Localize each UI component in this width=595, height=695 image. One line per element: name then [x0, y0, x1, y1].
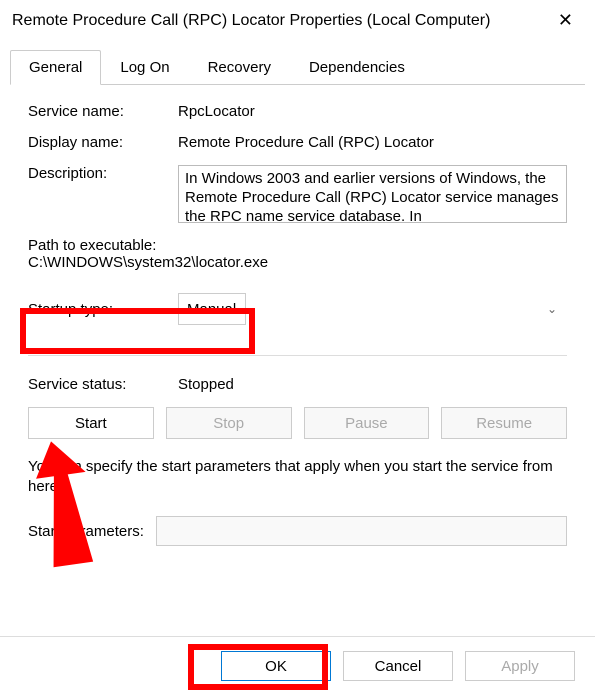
tab-dependencies[interactable]: Dependencies — [290, 50, 424, 85]
start-button[interactable]: Start — [28, 407, 154, 439]
apply-button: Apply — [465, 651, 575, 681]
close-icon[interactable]: ✕ — [548, 6, 583, 35]
chevron-down-icon: ⌄ — [547, 302, 557, 316]
description-label: Description: — [28, 165, 178, 182]
description-value[interactable]: In Windows 2003 and earlier versions of … — [178, 165, 567, 223]
stop-button: Stop — [166, 407, 292, 439]
display-name-label: Display name: — [28, 134, 178, 151]
ok-button[interactable]: OK — [221, 651, 331, 681]
tab-recovery[interactable]: Recovery — [189, 50, 290, 85]
service-name-label: Service name: — [28, 103, 178, 120]
titlebar: Remote Procedure Call (RPC) Locator Prop… — [0, 0, 595, 41]
tab-logon[interactable]: Log On — [101, 50, 188, 85]
divider — [28, 355, 567, 356]
path-label: Path to executable: — [28, 237, 567, 254]
startup-type-select[interactable]: Manual — [178, 293, 246, 325]
service-status-label: Service status: — [28, 376, 178, 393]
tab-content: Service name: RpcLocator Display name: R… — [0, 85, 595, 564]
hint-text: You can specify the start parameters tha… — [28, 457, 567, 496]
tab-strip: General Log On Recovery Dependencies — [10, 49, 585, 85]
start-parameters-label: Start parameters: — [28, 523, 144, 540]
service-name-value: RpcLocator — [178, 103, 567, 120]
pause-button: Pause — [304, 407, 430, 439]
path-value: C:\WINDOWS\system32\locator.exe — [28, 254, 567, 271]
start-parameters-input[interactable] — [156, 516, 567, 546]
cancel-button[interactable]: Cancel — [343, 651, 453, 681]
startup-type-label: Startup type: — [28, 301, 178, 318]
dialog-buttons: OK Cancel Apply — [0, 636, 595, 695]
service-status-value: Stopped — [178, 376, 567, 393]
resume-button: Resume — [441, 407, 567, 439]
tab-general[interactable]: General — [10, 50, 101, 85]
window-title: Remote Procedure Call (RPC) Locator Prop… — [12, 12, 490, 30]
display-name-value: Remote Procedure Call (RPC) Locator — [178, 134, 567, 151]
